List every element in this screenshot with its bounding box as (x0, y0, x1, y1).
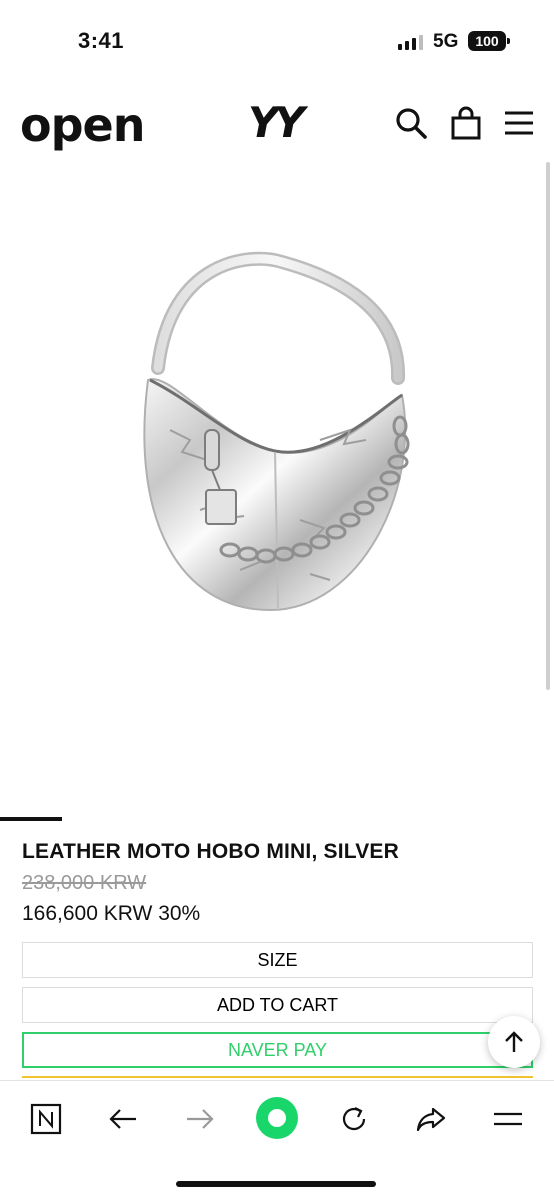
product-title: LEATHER MOTO HOBO MINI, SILVER (22, 840, 400, 863)
sale-price: 166,600 KRW 30% (22, 902, 201, 925)
logo-open[interactable]: OPEN (20, 98, 145, 152)
site-header: OPEN YY (0, 90, 554, 154)
battery-tip (507, 38, 510, 44)
network-label: 5G (433, 31, 459, 52)
search-icon[interactable] (394, 106, 428, 140)
home-indicator[interactable] (176, 1181, 376, 1187)
logo-yy[interactable]: YY (248, 98, 305, 147)
scroll-indicator[interactable] (546, 162, 550, 690)
refresh-icon[interactable] (336, 1101, 372, 1137)
forward-arrow-icon[interactable] (182, 1101, 218, 1137)
naver-pay-button[interactable]: NAVER PAY (22, 1032, 533, 1068)
section-divider (0, 817, 62, 821)
shopping-bag-icon[interactable] (449, 106, 483, 140)
size-button[interactable]: SIZE (22, 942, 533, 978)
battery-icon: 100 (468, 31, 506, 51)
silver-bag-illustration (143, 251, 410, 612)
share-icon[interactable] (413, 1101, 449, 1137)
status-bar: 3:41 5G 100 (0, 0, 554, 80)
signal-icon (398, 34, 423, 50)
menu-icon[interactable] (490, 1101, 526, 1137)
status-time: 3:41 (78, 28, 125, 53)
back-arrow-icon[interactable] (105, 1101, 141, 1137)
product-image[interactable] (0, 190, 554, 750)
arrow-up-icon (505, 1031, 523, 1052)
home-dot-icon[interactable] (254, 1095, 300, 1141)
original-price: 238,000 KRW (22, 872, 147, 894)
hamburger-menu-icon[interactable] (502, 106, 536, 140)
naver-n-icon[interactable] (28, 1101, 64, 1137)
add-to-cart-button[interactable]: ADD TO CART (22, 987, 533, 1023)
browser-toolbar (0, 1080, 554, 1200)
scroll-to-top-button[interactable] (488, 1016, 540, 1068)
